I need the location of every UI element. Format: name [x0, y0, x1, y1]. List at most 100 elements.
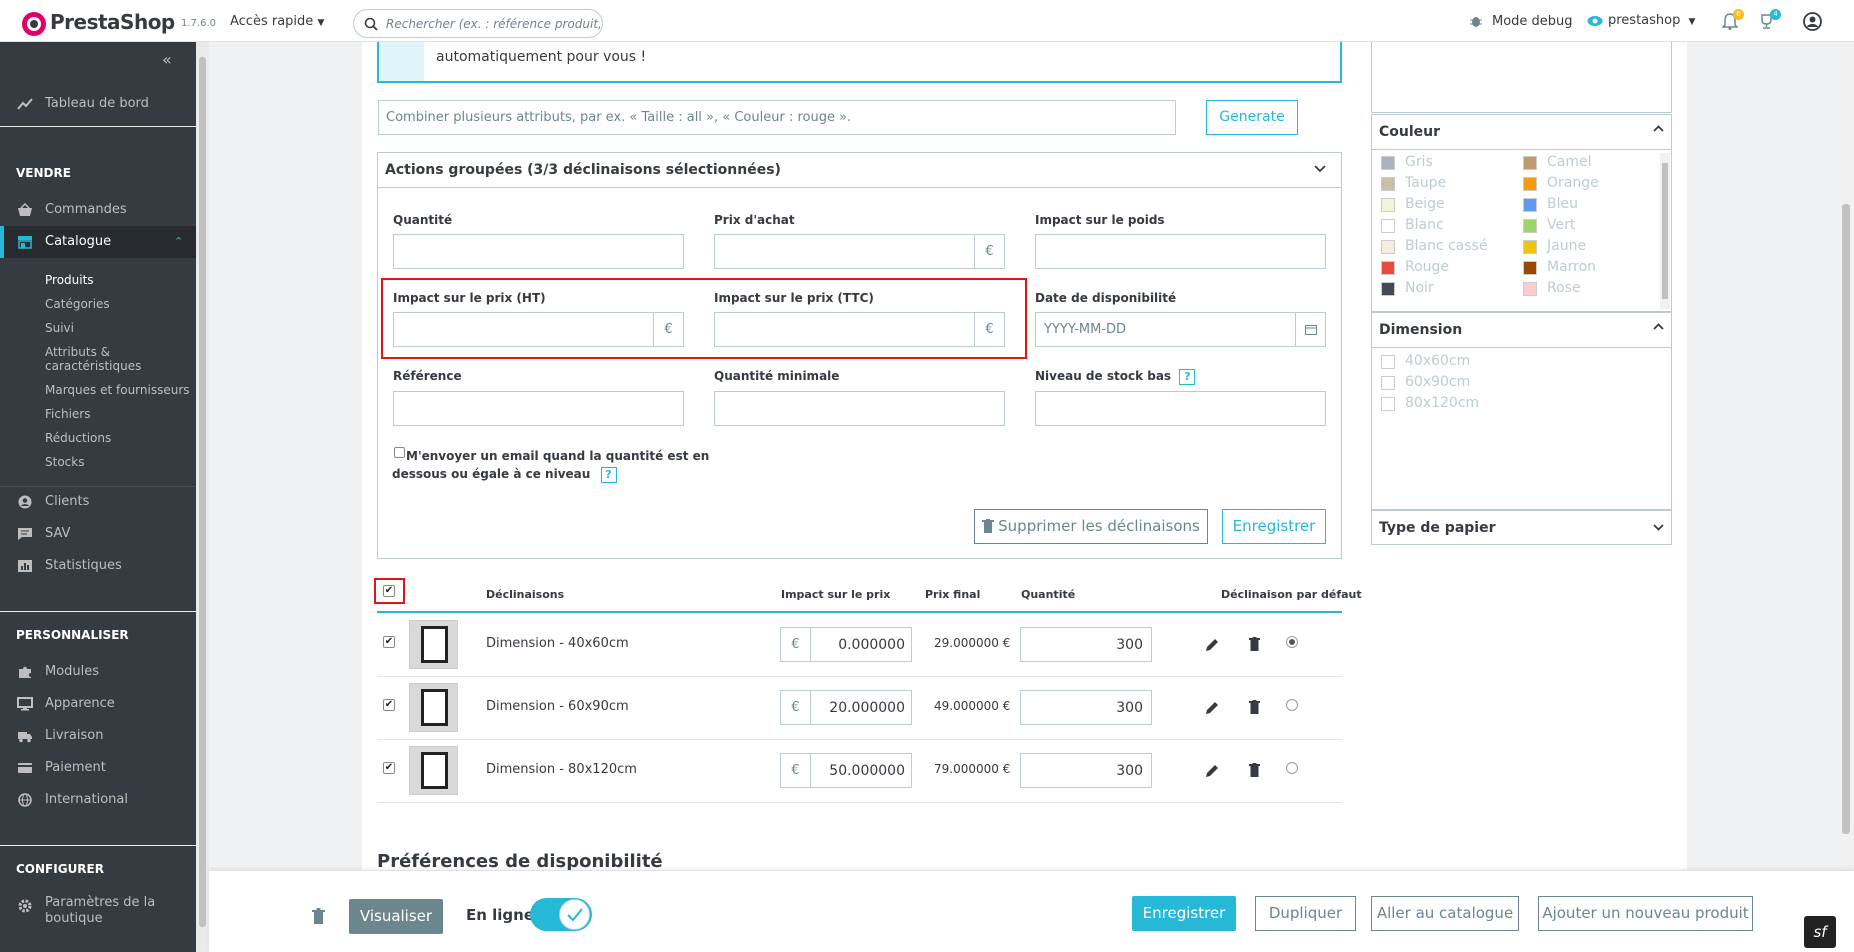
bulk-save-button[interactable]: Enregistrer: [1222, 509, 1326, 544]
add-new-product-button[interactable]: Ajouter un nouveau produit: [1538, 896, 1753, 931]
delete-trash-icon[interactable]: [1249, 763, 1260, 777]
sidebar-subitem-discounts[interactable]: Réductions: [45, 431, 111, 445]
scrollbar-thumb[interactable]: [199, 57, 206, 927]
price-impact-input[interactable]: € 0.000000: [780, 627, 912, 662]
price-impact-ht-input[interactable]: €: [393, 312, 684, 347]
row-checkbox[interactable]: ✔: [383, 636, 395, 648]
generate-button[interactable]: Generate: [1206, 100, 1298, 135]
paper-type-filter-panel[interactable]: Type de papier: [1371, 510, 1672, 545]
delete-trash-icon[interactable]: [1249, 700, 1260, 714]
sidebar-item-modules[interactable]: Modules: [0, 656, 196, 688]
help-icon[interactable]: ?: [1179, 369, 1196, 385]
color-label: Bleu: [1547, 196, 1578, 212]
shop-selector[interactable]: prestashop ▼: [1608, 13, 1695, 28]
customers-notification-trophy-icon[interactable]: 4: [1758, 9, 1781, 30]
default-combination-radio[interactable]: [1286, 762, 1298, 774]
sidebar-subitem-products[interactable]: Produits: [45, 273, 94, 287]
dimension-checkbox[interactable]: [1381, 355, 1395, 369]
symfony-profiler-icon[interactable]: sf: [1804, 916, 1836, 948]
delete-trash-icon[interactable]: [1249, 637, 1260, 651]
price-impact-input[interactable]: € 20.000000: [780, 690, 912, 725]
search-input[interactable]: Rechercher (ex. : référence produit, nom: [353, 9, 603, 38]
price-impact-ttc-input[interactable]: €: [714, 312, 1005, 347]
sidebar-item-dashboard[interactable]: Tableau de bord: [0, 88, 196, 120]
edit-pencil-icon[interactable]: [1205, 638, 1219, 652]
scrollbar-thumb[interactable]: [1842, 204, 1850, 834]
quantity-value: 300: [1116, 637, 1143, 653]
sidebar-subitem-monitoring[interactable]: Suivi: [45, 321, 74, 335]
combination-thumbnail: [409, 746, 458, 795]
row-checkbox[interactable]: ✔: [383, 699, 395, 711]
eye-icon: [1587, 15, 1603, 27]
edit-pencil-icon[interactable]: [1205, 764, 1219, 778]
select-all-checkbox[interactable]: ✔: [383, 585, 395, 597]
sidebar-item-sav[interactable]: SAV: [0, 518, 196, 550]
edit-pencil-icon[interactable]: [1205, 701, 1219, 715]
sidebar-item-international[interactable]: International: [0, 784, 196, 816]
bulk-actions-title[interactable]: Actions groupées (3/3 déclinaisons sélec…: [385, 162, 781, 178]
save-product-button[interactable]: Enregistrer: [1132, 896, 1236, 931]
default-combination-radio[interactable]: [1286, 636, 1298, 648]
row-checkbox[interactable]: ✔: [383, 762, 395, 774]
weight-impact-input[interactable]: [1035, 234, 1326, 269]
delete-product-trash-icon[interactable]: [312, 908, 325, 924]
chevron-up-icon[interactable]: [1653, 124, 1664, 135]
orders-notification-bell-icon[interactable]: 6: [1722, 9, 1744, 30]
version-label: 1.7.6.0: [181, 18, 216, 29]
sidebar-item-stats[interactable]: Statistiques: [0, 550, 196, 582]
dimension-checkbox[interactable]: [1381, 376, 1395, 390]
go-to-catalog-button[interactable]: Aller au catalogue: [1371, 896, 1519, 931]
sidebar: « Tableau de bord VENDRE Commandes Catal…: [0, 42, 196, 952]
dimension-checkbox[interactable]: [1381, 397, 1395, 411]
divider: [378, 187, 1341, 188]
purchase-price-input[interactable]: €: [714, 234, 1005, 269]
sidebar-item-customers[interactable]: Clients: [0, 486, 196, 518]
quantity-input[interactable]: 300: [1020, 690, 1152, 725]
quantity-input[interactable]: 300: [1020, 627, 1152, 662]
sidebar-subitem-attributes[interactable]: Attributs & caractéristiques: [45, 345, 141, 373]
page-scrollbar[interactable]: [1838, 42, 1854, 870]
price-impact-value: 50.000000: [829, 763, 905, 779]
quick-access-menu[interactable]: Accès rapide ▼: [230, 14, 324, 29]
sidebar-subitem-categories[interactable]: Catégories: [45, 297, 110, 311]
online-toggle[interactable]: [530, 898, 592, 931]
duplicate-button[interactable]: Dupliquer: [1255, 896, 1356, 931]
help-icon[interactable]: ?: [600, 467, 617, 483]
chevron-down-icon[interactable]: [1653, 522, 1664, 533]
price-impact-input[interactable]: € 50.000000: [780, 753, 912, 788]
sidebar-subitem-files[interactable]: Fichiers: [45, 407, 90, 421]
color-list-scrollbar[interactable]: [1660, 153, 1670, 309]
sidebar-item-catalog[interactable]: Catalogue ⌃: [0, 226, 196, 258]
preview-button[interactable]: Visualiser: [349, 899, 443, 934]
chevron-down-icon[interactable]: [1314, 162, 1326, 174]
sidebar-subitem-stocks[interactable]: Stocks: [45, 455, 84, 469]
collapse-sidebar-icon[interactable]: «: [162, 50, 172, 69]
availability-date-input[interactable]: YYYY-MM-DD: [1035, 312, 1326, 347]
prestashop-logo-icon[interactable]: [22, 12, 46, 36]
quantity-input[interactable]: 300: [1020, 753, 1152, 788]
divider: [0, 845, 196, 846]
sidebar-subitem-brands[interactable]: Marques et fournisseurs: [45, 383, 190, 397]
sidebar-item-appearance[interactable]: Apparence: [0, 688, 196, 720]
sidebar-scrollbar[interactable]: [196, 42, 209, 952]
quantity-input[interactable]: [393, 234, 684, 269]
sidebar-item-orders[interactable]: Commandes: [0, 194, 196, 226]
chevron-up-icon[interactable]: [1653, 322, 1664, 333]
calendar-icon[interactable]: [1295, 313, 1325, 346]
debug-mode-label[interactable]: Mode debug: [1492, 14, 1573, 29]
sidebar-item-payment[interactable]: Paiement: [0, 752, 196, 784]
combine-attributes-input[interactable]: Combiner plusieurs attributs, par ex. « …: [378, 100, 1176, 135]
low-stock-input[interactable]: [1035, 391, 1326, 426]
user-account-icon[interactable]: [1803, 12, 1822, 31]
default-combination-radio[interactable]: [1286, 699, 1298, 711]
brand-name[interactable]: PrestaShop: [50, 10, 175, 34]
price-impact-ht-label: Impact sur le prix (HT): [393, 291, 546, 305]
delete-combinations-button[interactable]: Supprimer les déclinaisons: [974, 509, 1208, 544]
reference-input[interactable]: [393, 391, 684, 426]
final-price: 49.000000 €: [934, 699, 1011, 713]
min-quantity-input[interactable]: [714, 391, 1005, 426]
sidebar-item-shop-parameters[interactable]: Paramètres de la boutique: [0, 895, 196, 935]
sidebar-item-shipping[interactable]: Livraison: [0, 720, 196, 752]
color-swatch: [1381, 156, 1395, 170]
quantity-value: 300: [1116, 763, 1143, 779]
